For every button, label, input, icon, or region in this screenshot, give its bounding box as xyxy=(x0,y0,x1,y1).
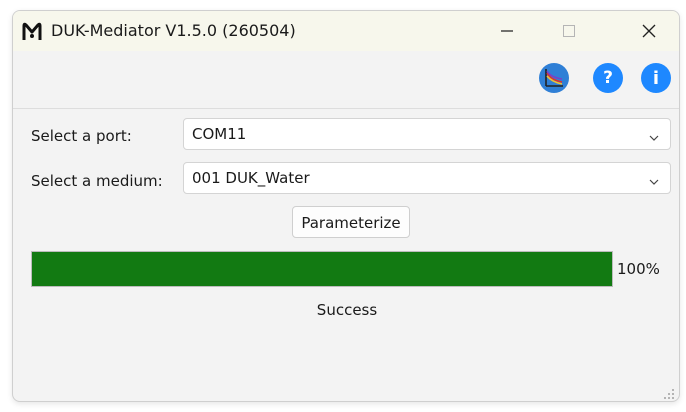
progress-fill xyxy=(32,252,612,286)
progress-bar xyxy=(31,251,613,287)
title-bar[interactable]: DUK-Mediator V1.5.0 (260504) xyxy=(13,11,679,51)
app-logo-icon xyxy=(21,21,43,43)
toolbar-divider xyxy=(13,108,679,109)
info-icon[interactable]: i xyxy=(641,63,671,93)
chevron-down-icon xyxy=(648,173,660,185)
port-select-value: COM11 xyxy=(192,125,247,143)
window-title: DUK-Mediator V1.5.0 (260504) xyxy=(51,21,296,40)
parameterize-button[interactable]: Parameterize xyxy=(292,206,410,238)
chart-icon[interactable] xyxy=(539,63,569,93)
help-icon[interactable]: ? xyxy=(593,63,623,93)
maximize-button xyxy=(543,11,595,51)
close-button[interactable] xyxy=(623,11,675,51)
port-label: Select a port: xyxy=(31,127,132,145)
app-window: DUK-Mediator V1.5.0 (260504) ? i Select … xyxy=(12,10,680,402)
progress-percent: 100% xyxy=(617,260,660,278)
medium-label: Select a medium: xyxy=(31,172,163,190)
medium-select-value: 001 DUK_Water xyxy=(192,169,310,187)
chevron-down-icon xyxy=(648,129,660,141)
resize-grip-icon[interactable] xyxy=(663,385,675,399)
status-text: Success xyxy=(316,301,378,319)
minimize-button[interactable] xyxy=(481,11,533,51)
port-select[interactable]: COM11 xyxy=(183,118,671,150)
medium-select[interactable]: 001 DUK_Water xyxy=(183,162,671,194)
